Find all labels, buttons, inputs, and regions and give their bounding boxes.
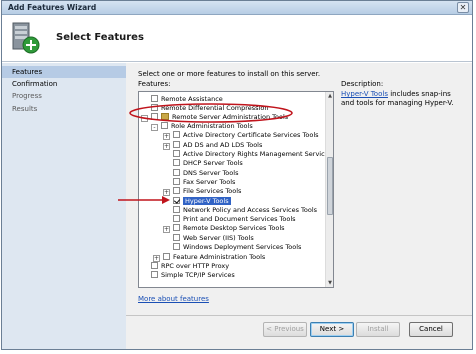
checkbox[interactable] <box>173 159 180 166</box>
collapse-icon[interactable]: - <box>151 124 158 131</box>
checkbox[interactable] <box>161 122 168 129</box>
tree-item-label: Remote Assistance <box>161 95 223 103</box>
description-label: Description: <box>341 80 384 88</box>
step-progress: Progress <box>12 92 42 100</box>
checkbox[interactable] <box>163 253 170 260</box>
tree-vertical-scrollbar[interactable]: ▲ ▼ <box>325 92 333 287</box>
tree-item-label: Print and Document Services Tools <box>183 215 296 223</box>
collapse-icon[interactable]: - <box>141 115 148 122</box>
checkbox[interactable] <box>173 178 180 185</box>
expand-icon[interactable]: + <box>163 133 170 140</box>
tree-item-label: Web Server (IIS) Tools <box>183 234 254 242</box>
checkbox[interactable] <box>151 271 158 278</box>
checkbox[interactable] <box>173 224 180 231</box>
tree-item-simple-tcpip-services[interactable]: Simple TCP/IP Services <box>151 270 235 280</box>
description-link[interactable]: Hyper-V Tools <box>341 90 388 98</box>
checkbox[interactable] <box>173 187 180 194</box>
wizard-header: Select Features <box>2 15 472 62</box>
tree-item-label: Active Directory Certificate Services To… <box>183 131 319 139</box>
tree-item-label: Windows Deployment Services Tools <box>183 243 302 251</box>
wizard-steps-sidebar: Features Confirmation Progress Results <box>2 63 126 349</box>
add-features-wizard-window: Add Features Wizard ✕ Select Features Fe… <box>1 0 473 350</box>
checkbox[interactable] <box>151 95 158 102</box>
tree-item-label: DHCP Server Tools <box>183 159 243 167</box>
wizard-content: Select one or more features to install o… <box>126 63 472 349</box>
checkbox[interactable] <box>173 206 180 213</box>
scroll-down-icon[interactable]: ▼ <box>326 279 333 287</box>
instruction-text: Select one or more features to install o… <box>138 70 321 78</box>
next-button[interactable]: Next > <box>310 322 354 337</box>
checkbox[interactable] <box>173 131 180 138</box>
close-icon[interactable]: ✕ <box>457 2 469 13</box>
tree-item-ad-certificate-services-tools[interactable]: + Active Directory Certificate Services T… <box>163 130 319 140</box>
tree-item-dhcp-server-tools[interactable]: DHCP Server Tools <box>173 158 243 168</box>
tree-item-remote-desktop-services-tools[interactable]: + Remote Desktop Services Tools <box>163 223 285 233</box>
checkbox[interactable] <box>173 234 180 241</box>
checkbox[interactable] <box>173 169 180 176</box>
expand-icon[interactable]: + <box>163 189 170 196</box>
tree-item-label: RPC over HTTP Proxy <box>161 262 230 270</box>
tree-item-label: Simple TCP/IP Services <box>161 271 235 279</box>
step-confirmation[interactable]: Confirmation <box>2 78 126 90</box>
description-text: Hyper-V Tools includes snap-ins and tool… <box>341 90 461 108</box>
tree-item-label: Remote Server Administration Tools <box>172 113 289 121</box>
footer-divider <box>126 315 472 316</box>
more-about-features-link[interactable]: More about features <box>138 295 209 303</box>
tree-item-label: AD DS and AD LDS Tools <box>183 141 263 149</box>
tree-item-label: Remote Desktop Services Tools <box>183 224 285 232</box>
tree-item-label: Role Administration Tools <box>171 122 253 130</box>
add-features-wizard-icon <box>12 22 40 54</box>
checkbox[interactable] <box>173 243 180 250</box>
scroll-up-icon[interactable]: ▲ <box>326 92 333 100</box>
tree-item-label: Fax Server Tools <box>183 178 236 186</box>
cancel-button[interactable]: Cancel <box>409 322 453 337</box>
checkbox[interactable] <box>151 113 158 120</box>
checkbox[interactable] <box>173 141 180 148</box>
tree-item-label: File Services Tools <box>183 187 242 195</box>
step-results: Results <box>12 105 38 113</box>
title-bar: Add Features Wizard ✕ <box>2 1 472 15</box>
tree-item-label: Feature Administration Tools <box>173 253 266 261</box>
checkbox[interactable] <box>173 150 180 157</box>
expand-icon[interactable]: + <box>163 226 170 233</box>
install-button[interactable]: Install <box>356 322 400 337</box>
checkbox-checked[interactable] <box>173 197 180 204</box>
features-tree[interactable]: Remote Assistance Remote Differential Co… <box>138 91 334 288</box>
page-title: Select Features <box>56 32 144 43</box>
features-label: Features: <box>138 80 171 88</box>
tree-item-label: Remote Differential Compression <box>161 104 269 112</box>
expand-icon[interactable]: + <box>163 143 170 150</box>
tree-item-label: Active Directory Rights Management Servi… <box>183 150 334 158</box>
checkbox[interactable] <box>151 262 158 269</box>
tree-item-windows-deployment-services-tools[interactable]: Windows Deployment Services Tools <box>173 242 301 252</box>
tree-item-label-selected: Hyper-V Tools <box>183 197 231 205</box>
tree-item-label: Network Policy and Access Services Tools <box>183 206 318 214</box>
checkbox[interactable] <box>173 215 180 222</box>
tree-item-file-services-tools[interactable]: + File Services Tools <box>163 186 241 196</box>
tree-item-label: DNS Server Tools <box>183 169 239 177</box>
window-title: Add Features Wizard <box>8 3 97 12</box>
checkbox[interactable] <box>151 104 158 111</box>
step-features[interactable]: Features <box>2 66 126 78</box>
previous-button[interactable]: < Previous <box>263 322 307 337</box>
folder-icon <box>161 113 169 120</box>
scrollbar-thumb[interactable] <box>327 157 333 215</box>
